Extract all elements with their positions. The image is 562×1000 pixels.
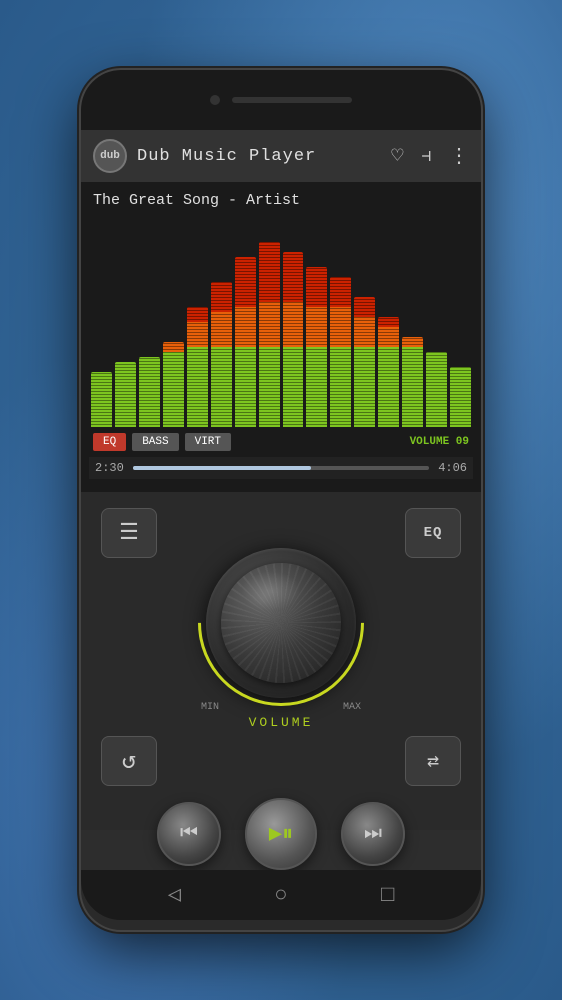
eq-toggle-button[interactable]: EQ (405, 508, 461, 558)
total-time: 4:06 (437, 461, 467, 475)
visualizer-section: The Great Song - Artist EQ BASS VIRT VOL… (81, 182, 481, 492)
progress-bar-section: 2:30 4:06 (89, 457, 473, 479)
app-title: Dub Music Player (137, 147, 381, 166)
eq-bar (91, 227, 112, 427)
next-icon: ⏭ (364, 822, 382, 846)
volume-title: VOLUME (249, 715, 314, 730)
eq-bar (450, 227, 471, 427)
bass-button[interactable]: BASS (132, 433, 178, 451)
eq-controls: EQ BASS VIRT VOLUME 09 (89, 427, 473, 457)
progress-fill (133, 466, 311, 470)
knob-max-label: MAX (343, 702, 361, 713)
knob-min-label: MIN (201, 702, 219, 713)
app-content: dub Dub Music Player ♡ ⊣ ⋮ The Great Son… (81, 130, 481, 870)
next-button[interactable]: ⏭ (341, 802, 405, 866)
knob-inner (221, 563, 341, 683)
volume-knob[interactable] (206, 548, 356, 698)
volume-knob-container: MIN MAX VOLUME (201, 548, 361, 730)
song-title: The Great Song - Artist (89, 192, 473, 209)
play-pause-icon: ▶⏸ (269, 821, 293, 847)
playlist-button[interactable]: ☰ (101, 508, 157, 558)
app-logo: dub (93, 139, 127, 173)
play-pause-button[interactable]: ▶⏸ (245, 798, 317, 870)
camera (210, 95, 220, 105)
knob-shine (241, 571, 301, 611)
eq-bar (354, 227, 375, 427)
playlist-icon: ☰ (119, 520, 139, 546)
eq-bar (115, 227, 136, 427)
home-nav-icon[interactable]: ○ (274, 883, 287, 908)
eq-bar (235, 227, 256, 427)
current-time: 2:30 (95, 461, 125, 475)
eq-label: EQ (424, 525, 443, 541)
playback-row: ⏮ ▶⏸ ⏭ (101, 798, 461, 870)
recents-nav-icon[interactable]: □ (381, 883, 394, 908)
menu-icon[interactable]: ⋮ (449, 143, 469, 169)
volume-display: VOLUME 09 (410, 436, 469, 448)
top-icons: ♡ ⊣ ⋮ (391, 143, 469, 169)
eq-bar (259, 227, 280, 427)
virt-button[interactable]: VIRT (185, 433, 231, 451)
back-nav-icon[interactable]: ◁ (168, 882, 181, 908)
eq-bar (163, 227, 184, 427)
nav-bar: ◁ ○ □ (81, 870, 481, 920)
repeat-button[interactable]: ↺ (101, 736, 157, 786)
phone-top (81, 70, 481, 130)
eq-bar (402, 227, 423, 427)
repeat-icon: ↺ (122, 746, 136, 776)
equalizer-icon[interactable]: ⊣ (421, 146, 431, 166)
top-bar: dub Dub Music Player ♡ ⊣ ⋮ (81, 130, 481, 182)
eq-bar (283, 227, 304, 427)
progress-track[interactable] (133, 466, 429, 470)
player-controls: ☰ EQ MIN MAX (81, 492, 481, 830)
previous-button[interactable]: ⏮ (157, 802, 221, 866)
eq-bar (330, 227, 351, 427)
previous-icon: ⏮ (180, 822, 198, 846)
eq-bars (89, 217, 473, 427)
phone-frame: dub Dub Music Player ♡ ⊣ ⋮ The Great Son… (81, 70, 481, 930)
eq-bar (426, 227, 447, 427)
eq-bar (139, 227, 160, 427)
eq-bar (211, 227, 232, 427)
speaker (232, 97, 352, 103)
eq-bar (187, 227, 208, 427)
bottom-button-row: ↺ ⇄ (101, 736, 461, 786)
shuffle-icon: ⇄ (427, 748, 439, 774)
favorite-icon[interactable]: ♡ (391, 143, 403, 169)
shuffle-button[interactable]: ⇄ (405, 736, 461, 786)
eq-button[interactable]: EQ (93, 433, 126, 451)
eq-bar (378, 227, 399, 427)
eq-bar (306, 227, 327, 427)
